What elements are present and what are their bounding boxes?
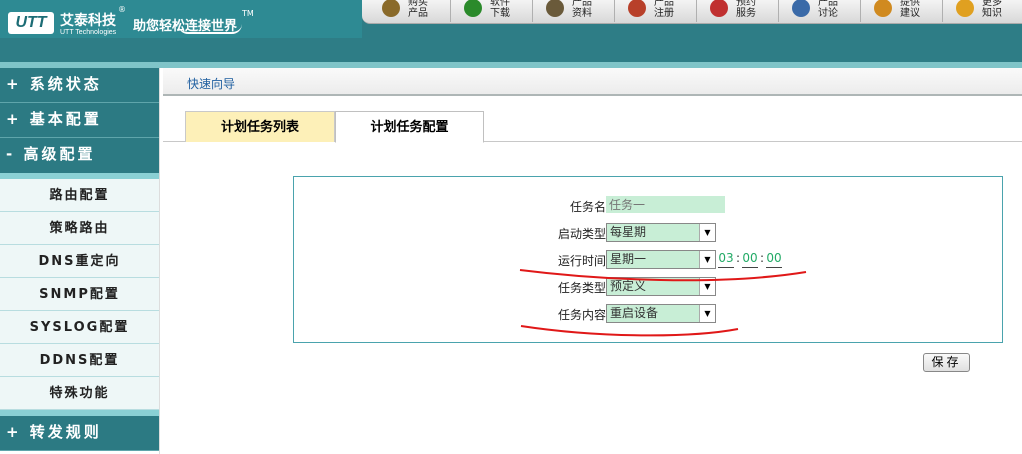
feedback-icon — [874, 0, 892, 17]
chevron-down-icon: ▼ — [699, 224, 715, 241]
logo-panel: UTT 艾泰科技 ® UTT Technologies 助您轻松连接世界 TM — [0, 0, 362, 38]
sidebar-item-policy-route[interactable]: 策略路由 — [0, 212, 159, 245]
form-row-task-type: 任务类型 预定义 ▼ — [294, 277, 1004, 297]
toolbar-item-label: 预约 服务 — [736, 0, 756, 19]
task-content-value: 重启设备 — [610, 306, 659, 320]
run-time-label: 运行时间 — [557, 254, 606, 268]
task-name-input[interactable] — [606, 196, 725, 213]
form-row-start-type: 启动类型 每星期 ▼ — [294, 223, 1004, 243]
start-type-label: 启动类型 — [557, 227, 606, 241]
toolbar-item-label: 更多 知识 — [982, 0, 1002, 19]
form-row-task-name: 任务名 — [294, 196, 1004, 216]
toolbar-separator — [450, 0, 451, 22]
toolbar-separator — [696, 0, 697, 22]
toolbar-item-label: 购买 产品 — [408, 0, 428, 19]
form-row-run-time: 运行时间 星期一 ▼ 03 : 00 : 00 — [294, 250, 1004, 270]
toolbar-item-label: 产品 注册 — [654, 0, 674, 19]
toolbar-item[interactable]: 提供 建议 — [874, 0, 922, 22]
run-time-second-input[interactable]: 00 — [766, 251, 782, 268]
run-time-weekday-value: 星期一 — [610, 252, 647, 266]
chevron-down-icon: ▼ — [699, 305, 715, 322]
toolbar-item[interactable]: 产品 资料 — [546, 0, 594, 22]
search-icon — [382, 0, 400, 17]
task-name-label: 任务名 — [569, 200, 606, 214]
book-icon — [546, 0, 564, 17]
slogan-swoosh — [178, 24, 242, 34]
sidebar-item-system-status[interactable]: + 系统状态 — [0, 68, 159, 103]
sidebar-item-special-function[interactable]: 特殊功能 — [0, 377, 159, 410]
toolbar-item-label: 产品 资料 — [572, 0, 592, 19]
sidebar-item-dns-redirect[interactable]: DNS重定向 — [0, 245, 159, 278]
main-content: 快速向导 计划任务列表 计划任务配置 任务名 启动类型 每星期 ▼ 运行时间 — [163, 68, 1022, 454]
task-type-select[interactable]: 预定义 ▼ — [606, 277, 716, 296]
toolbar-separator — [860, 0, 861, 22]
chevron-down-icon: ▼ — [699, 251, 715, 268]
forum-icon — [792, 0, 810, 17]
toolbar-item[interactable]: 产品 讨论 — [792, 0, 840, 22]
support-icon — [710, 0, 728, 17]
quick-wizard-link[interactable]: 快速向导 — [187, 75, 235, 92]
toolbar-separator — [942, 0, 943, 22]
sidebar-item-ddns-config[interactable]: DDNS配置 — [0, 344, 159, 377]
run-time-minute-input[interactable]: 00 — [742, 251, 758, 268]
time-separator: : — [736, 251, 741, 265]
schedule-form: 任务名 启动类型 每星期 ▼ 运行时间 星期一 ▼ 03 : — [293, 176, 1003, 343]
task-content-label: 任务内容 — [557, 308, 606, 322]
toolbar-item[interactable]: 产品 注册 — [628, 0, 676, 22]
sidebar-item-route-config[interactable]: 路由配置 — [0, 179, 159, 212]
brand-name-en: UTT Technologies — [60, 29, 117, 36]
toolbar-item-label: 产品 讨论 — [818, 0, 838, 19]
chevron-down-icon: ▼ — [699, 278, 715, 295]
toolbar-separator — [614, 0, 615, 22]
breadcrumb: 快速向导 — [163, 68, 1022, 96]
tab-schedule-list[interactable]: 计划任务列表 — [185, 111, 335, 142]
start-type-select[interactable]: 每星期 ▼ — [606, 223, 716, 242]
registered-mark: ® — [118, 5, 126, 14]
task-type-label: 任务类型 — [557, 281, 606, 295]
knowledge-icon — [956, 0, 974, 17]
form-row-task-content: 任务内容 重启设备 ▼ — [294, 304, 1004, 324]
brand-name: 艾泰科技 — [60, 13, 116, 29]
toolbar-item-label: 提供 建议 — [900, 0, 920, 19]
start-type-value: 每星期 — [610, 225, 647, 239]
tab-schedule-config[interactable]: 计划任务配置 — [335, 111, 484, 143]
sidebar-item-forward-rules[interactable]: + 转发规则 — [0, 416, 159, 451]
trademark-mark: TM — [242, 9, 254, 18]
top-toolbar: 购买 产品 软件 下载 产品 资料 产品 注册 预约 服务 产品 讨论 提供 建议 更多 知识 — [362, 0, 1022, 24]
run-time-hour-input[interactable]: 03 — [718, 251, 734, 268]
run-time-weekday-select[interactable]: 星期一 ▼ — [606, 250, 716, 269]
sidebar-item-syslog-config[interactable]: SYSLOG配置 — [0, 311, 159, 344]
sidebar-item-advanced-config[interactable]: - 高级配置 — [0, 138, 159, 173]
download-icon — [464, 0, 482, 17]
task-type-value: 预定义 — [610, 279, 647, 293]
register-icon — [628, 0, 646, 17]
toolbar-separator — [778, 0, 779, 22]
sidebar-item-basic-config[interactable]: + 基本配置 — [0, 103, 159, 138]
sidebar: + 系统状态 + 基本配置 - 高级配置 路由配置 策略路由 DNS重定向 SN… — [0, 68, 159, 454]
sidebar-item-snmp-config[interactable]: SNMP配置 — [0, 278, 159, 311]
header: UTT 艾泰科技 ® UTT Technologies 助您轻松连接世界 TM … — [0, 0, 1022, 68]
task-content-select[interactable]: 重启设备 ▼ — [606, 304, 716, 323]
toolbar-item[interactable]: 购买 产品 — [382, 0, 430, 22]
save-button[interactable]: 保存 — [923, 353, 970, 372]
toolbar-item[interactable]: 预约 服务 — [710, 0, 758, 22]
toolbar-item[interactable]: 更多 知识 — [956, 0, 1004, 22]
toolbar-item[interactable]: 软件 下载 — [464, 0, 512, 22]
time-separator: : — [760, 251, 765, 265]
toolbar-item-label: 软件 下载 — [490, 0, 510, 19]
tab-bar: 计划任务列表 计划任务配置 — [163, 111, 1022, 143]
toolbar-separator — [532, 0, 533, 22]
utt-logo: UTT — [8, 12, 54, 34]
